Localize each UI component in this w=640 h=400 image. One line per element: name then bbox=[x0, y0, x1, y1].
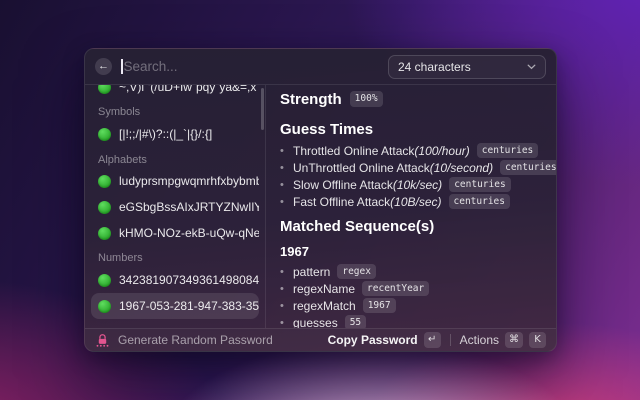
detail-value-badge: 1967 bbox=[362, 297, 396, 314]
guess-time-row: • Throttled Online Attack(100/hour) cent… bbox=[280, 142, 542, 159]
footer-separator bbox=[449, 334, 451, 346]
strength-row: Strength 100% bbox=[280, 90, 542, 108]
bullet-icon: • bbox=[280, 282, 284, 295]
strength-heading: Strength bbox=[280, 90, 342, 108]
matched-detail-row: • guesses 55 bbox=[280, 314, 542, 328]
detail-label: guesses bbox=[293, 315, 338, 329]
time-badge: centuries bbox=[476, 142, 539, 159]
search-area bbox=[121, 59, 379, 74]
guess-time-row: • UnThrottled Online Attack(10/second) c… bbox=[280, 159, 556, 176]
password-text: eGSbgBssAIxJRTYZNwIlYUYN bbox=[119, 200, 259, 214]
password-list-item[interactable]: 342381907349361498084378 bbox=[91, 267, 259, 293]
attack-rate: (10/second) bbox=[429, 160, 494, 175]
time-badge: centuries bbox=[449, 176, 511, 193]
matched-detail-list: • pattern regex • regexName recentYear •… bbox=[280, 263, 542, 328]
password-text: [|!;;/|#\)?::(|_`|{}/:{] bbox=[119, 127, 213, 141]
password-list-item[interactable]: kHMO-NOz-ekB-uQw-qNe-YGK bbox=[91, 220, 259, 246]
actions-label: Actions bbox=[459, 333, 499, 347]
generate-password-label: Generate Random Password bbox=[118, 333, 273, 347]
bullet-icon: • bbox=[280, 265, 284, 278]
attack-rate: (10B/sec) bbox=[390, 194, 442, 209]
bullet-icon: • bbox=[280, 299, 284, 312]
green-dot-icon bbox=[98, 226, 111, 240]
detail-label: regexName bbox=[293, 281, 356, 296]
k-key-icon: K bbox=[529, 332, 546, 348]
guess-times-list: • Throttled Online Attack(100/hour) cent… bbox=[280, 142, 556, 210]
matched-sequences-heading: Matched Sequence(s) bbox=[280, 217, 435, 235]
password-text: ~,V)l˜'(/uD+Iw˜pqy˜ya&=,x bbox=[119, 85, 257, 94]
matched-detail-row: • pattern regex bbox=[280, 263, 542, 280]
green-dot-icon bbox=[98, 273, 111, 287]
guess-times-heading: Guess Times bbox=[280, 120, 374, 138]
detail-value-badge: regex bbox=[337, 263, 376, 280]
bullet-icon: • bbox=[280, 144, 284, 157]
attack-rate: (100/hour) bbox=[414, 143, 470, 158]
chevron-down-icon bbox=[527, 64, 536, 69]
character-length-dropdown[interactable]: 24 characters bbox=[388, 54, 546, 79]
password-text: 1967-053-281-947-383-359 bbox=[119, 299, 259, 313]
green-dot-icon bbox=[98, 85, 111, 94]
password-text: 342381907349361498084378 bbox=[119, 273, 259, 287]
attack-name: Slow Offline Attack bbox=[293, 177, 393, 192]
green-dot-icon bbox=[98, 200, 111, 214]
section-label-numbers: Numbers bbox=[98, 252, 143, 264]
attack-name: Fast Offline Attack bbox=[293, 194, 391, 209]
green-dot-icon bbox=[98, 127, 111, 141]
attack-rate: (10k/sec) bbox=[392, 177, 443, 192]
password-text: ludyprsmpgwqmrhfxbybmbtz bbox=[119, 174, 259, 188]
search-input[interactable] bbox=[123, 59, 379, 74]
detail-label: regexMatch bbox=[293, 298, 356, 313]
time-badge: centuries bbox=[448, 193, 510, 210]
matched-token: 1967 bbox=[280, 243, 309, 259]
password-generator-window: ← 24 characters ~,V)l˜'(/uD+Iw˜pqy˜ya&=,… bbox=[84, 48, 557, 352]
bullet-icon: • bbox=[280, 161, 284, 174]
password-list-item[interactable]: ludyprsmpgwqmrhfxbybmbtz bbox=[91, 168, 259, 194]
guess-time-row: • Slow Offline Attack(10k/sec) centuries bbox=[280, 176, 542, 193]
copy-password-label: Copy Password bbox=[327, 333, 418, 347]
top-bar: ← 24 characters bbox=[85, 49, 556, 85]
command-key-icon: ⌘ bbox=[505, 332, 523, 348]
main-content: ~,V)l˜'(/uD+Iw˜pqy˜ya&=,x Symbols [|!;;/… bbox=[85, 85, 556, 328]
action-bar: Generate Random Password Copy Password ↵… bbox=[85, 328, 556, 351]
attack-name: Throttled Online Attack bbox=[293, 143, 415, 158]
detail-pane: Strength 100% Guess Times • Throttled On… bbox=[266, 85, 556, 328]
time-badge: centuries bbox=[500, 159, 556, 176]
attack-name: UnThrottled Online Attack bbox=[293, 160, 430, 175]
section-label-alphabets: Alphabets bbox=[98, 154, 147, 166]
password-list-item[interactable]: eGSbgBssAIxJRTYZNwIlYUYN bbox=[91, 194, 259, 220]
password-list-item[interactable]: ~,V)l˜'(/uD+Iw˜pqy˜ya&=,x bbox=[91, 85, 259, 100]
detail-value-badge: 55 bbox=[344, 314, 367, 328]
scrollbar-thumb[interactable] bbox=[261, 88, 264, 130]
actions-button[interactable]: Actions ⌘ K bbox=[460, 332, 546, 348]
password-lock-icon bbox=[95, 333, 110, 347]
copy-password-button[interactable]: Copy Password ↵ bbox=[328, 332, 441, 348]
bullet-icon: • bbox=[280, 316, 284, 329]
section-label-symbols: Symbols bbox=[98, 106, 141, 118]
back-arrow-icon: ← bbox=[98, 60, 109, 72]
back-button[interactable]: ← bbox=[95, 58, 112, 75]
guess-time-row: • Fast Offline Attack(10B/sec) centuries bbox=[280, 193, 542, 210]
green-dot-icon bbox=[98, 174, 111, 188]
bullet-icon: • bbox=[280, 195, 284, 208]
detail-value-badge: recentYear bbox=[362, 280, 430, 297]
detail-label: pattern bbox=[293, 264, 331, 279]
bullet-icon: • bbox=[280, 178, 284, 191]
password-list-item-selected[interactable]: 1967-053-281-947-383-359 bbox=[91, 293, 259, 319]
matched-detail-row: • regexName recentYear bbox=[280, 280, 542, 297]
enter-key-icon: ↵ bbox=[423, 332, 441, 348]
password-text: kHMO-NOz-ekB-uQw-qNe-YGK bbox=[119, 226, 259, 240]
dropdown-value: 24 characters bbox=[398, 59, 471, 74]
password-list-item[interactable]: [|!;;/|#\)?::(|_`|{}/:{] bbox=[91, 121, 259, 147]
text-caret bbox=[121, 59, 123, 74]
matched-detail-row: • regexMatch 1967 bbox=[280, 297, 542, 314]
strength-badge: 100% bbox=[349, 91, 383, 107]
password-list: ~,V)l˜'(/uD+Iw˜pqy˜ya&=,x Symbols [|!;;/… bbox=[85, 85, 266, 328]
green-dot-icon bbox=[98, 299, 111, 313]
